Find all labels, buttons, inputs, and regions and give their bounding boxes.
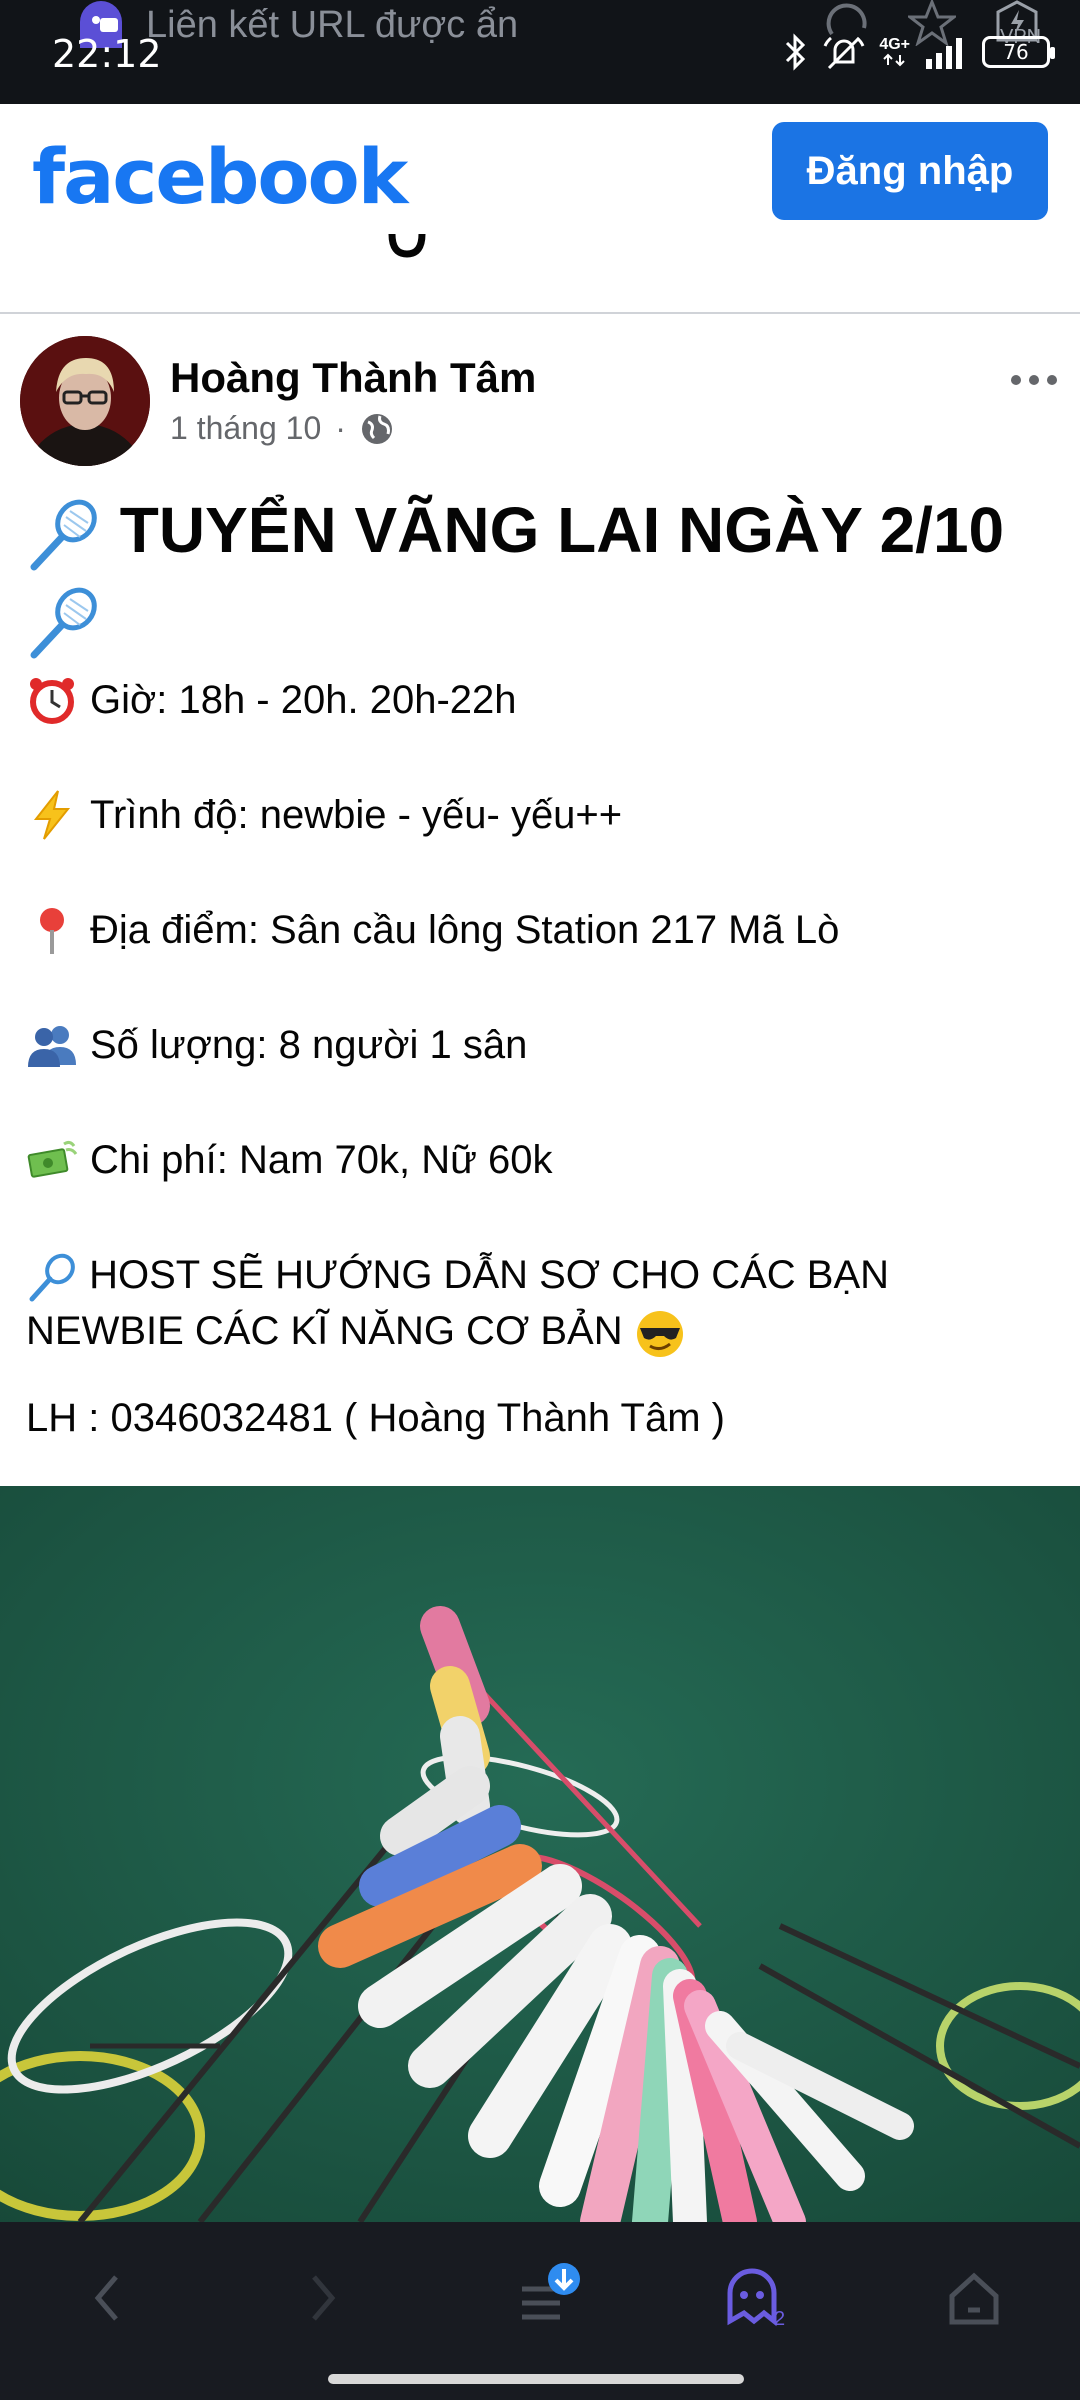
line-text: Giờ: 18h - 20h. 20h-22h (90, 678, 517, 722)
home-button[interactable] (934, 2258, 1014, 2338)
tabs-count-badge: 2 (774, 2308, 786, 2330)
hidden-url-notice: Liên kết URL được ẩn (146, 4, 519, 46)
bluetooth-icon (786, 33, 806, 71)
headline-text: TUYỂN VÃNG LAI NGÀY 2/10 (119, 494, 1005, 566)
signal-icon (926, 38, 962, 69)
badminton-icon (29, 1254, 75, 1302)
post-line-quantity: Số lượng: 8 người 1 sân (26, 1017, 1066, 1073)
data-arrows-icon (882, 53, 905, 67)
menu-download-icon (522, 2263, 580, 2320)
status-icons: 4G+ 76 (783, 30, 1055, 74)
network-indicator: 4G+ (879, 37, 910, 67)
more-options-button[interactable] (1004, 368, 1064, 392)
tabs-button[interactable]: 2 (716, 2258, 796, 2338)
top-header: facebook Đăng nhập (0, 104, 1080, 314)
avatar[interactable] (20, 336, 150, 466)
line-text: Địa điểm: Sân cầu lông Station 217 Mã Lò (90, 908, 840, 952)
clipped-text-fragment (388, 233, 426, 258)
network-type: 4G+ (879, 36, 910, 53)
alarm-clock-icon (30, 678, 74, 724)
line-text: Trình độ: newbie - yếu- yếu++ (90, 793, 623, 837)
post-date[interactable]: 1 tháng 10 (170, 410, 321, 447)
chevron-right-icon (312, 2275, 336, 2321)
facebook-logo[interactable]: facebook (32, 132, 408, 221)
host-text-line-1: HOST SẼ HƯỚNG DẪN SƠ CHO CÁC BẠN (89, 1253, 890, 1297)
post-line-cost: Chi phí: Nam 70k, Nữ 60k (26, 1132, 1066, 1188)
lightning-icon (33, 790, 71, 840)
post-text: TUYỂN VÃNG LAI NGÀY 2/10 Giờ: 18h - 20h.… (26, 486, 1066, 1446)
battery-indicator: 76 (982, 36, 1055, 68)
battery-level: 76 (1003, 40, 1029, 64)
back-button[interactable] (68, 2258, 148, 2338)
post-line-host: HOST SẼ HƯỚNG DẪN SƠ CHO CÁC BẠN NEWBIE … (26, 1247, 1066, 1360)
host-text-line-2: NEWBIE CÁC KĨ NĂNG CƠ BẢN (26, 1309, 623, 1354)
cool-face-icon (636, 1310, 683, 1357)
post-headline: TUYỂN VÃNG LAI NGÀY 2/10 (26, 486, 1066, 662)
dot-icon (1047, 375, 1057, 385)
forward-button[interactable] (282, 2258, 362, 2338)
post-line-level: Trình độ: newbie - yếu- yếu++ (26, 787, 1066, 843)
dot-icon (1011, 375, 1021, 385)
author-name[interactable]: Hoàng Thành Tâm (170, 354, 536, 402)
meta-separator: · (335, 410, 346, 446)
badminton-icon (30, 587, 97, 659)
post-line-location: Địa điểm: Sân cầu lông Station 217 Mã Lò (26, 902, 1066, 958)
post-meta: 1 tháng 10 · (170, 410, 394, 447)
login-button[interactable]: Đăng nhập (772, 122, 1048, 220)
silent-icon (823, 36, 865, 70)
chevron-left-icon (94, 2275, 118, 2321)
people-icon (28, 1026, 76, 1067)
money-icon (27, 1140, 78, 1178)
avatar-photo (20, 336, 150, 466)
post-contact: LH : 0346032481 ( Hoàng Thành Tâm ) (26, 1395, 725, 1440)
globe-icon (361, 413, 392, 444)
badminton-icon (30, 499, 97, 571)
home-indicator[interactable] (328, 2374, 744, 2384)
line-text: Số lượng: 8 người 1 sân (90, 1023, 528, 1067)
post-photo[interactable] (0, 1486, 1080, 2222)
clock: 22:12 (52, 32, 162, 76)
home-icon (949, 2272, 999, 2325)
line-text: Chi phí: Nam 70k, Nữ 60k (90, 1138, 553, 1182)
badminton-rackets-photo (0, 1486, 1080, 2222)
status-bar: Liên kết URL được ẩn 22:12 VPN 4G+ 76 (0, 0, 1080, 104)
menu-downloads-button[interactable] (504, 2258, 584, 2338)
dot-icon (1029, 375, 1039, 385)
post-line-time: Giờ: 18h - 20h. 20h-22h (26, 672, 1066, 728)
location-pin-icon (40, 908, 64, 954)
